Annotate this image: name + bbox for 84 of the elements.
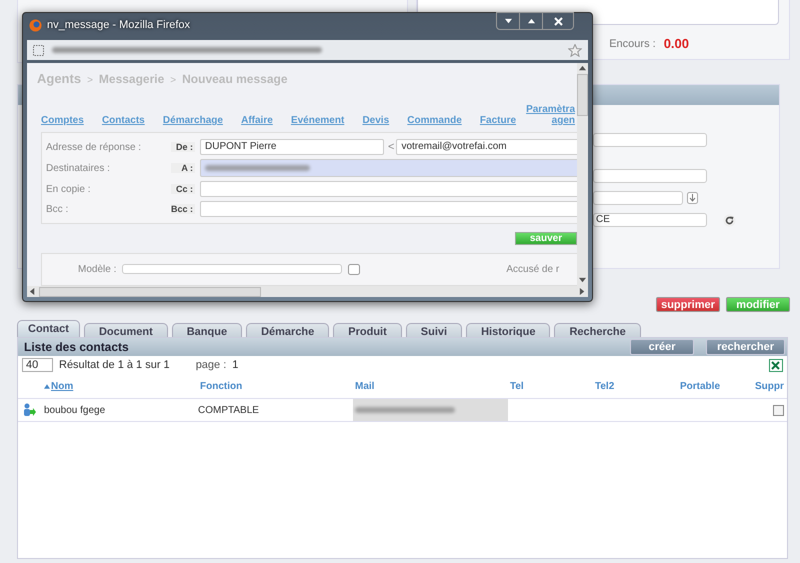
field-tag: A :	[171, 163, 195, 173]
table-cell-text: COMPTABLE	[198, 404, 260, 416]
nav-link[interactable]: Devis	[362, 115, 390, 126]
tab[interactable]: Démarche	[246, 323, 330, 337]
encours-label: Encours :	[609, 38, 656, 50]
field-label: Modèle :	[78, 264, 116, 275]
table-cell: boubou fgege	[44, 404, 106, 416]
page-number: 1	[232, 359, 238, 371]
create-button[interactable]: créer	[630, 339, 694, 355]
recipient-field[interactable]	[200, 159, 577, 177]
vertical-scrollbar[interactable]	[577, 63, 588, 286]
column-header[interactable]: Suppr	[755, 380, 784, 392]
down-arrow-icon[interactable]	[687, 192, 698, 204]
tab[interactable]: Historique	[466, 323, 550, 337]
star-icon[interactable]	[568, 44, 582, 56]
scroll-up-icon[interactable]	[579, 65, 586, 72]
field-label: En copie :	[46, 184, 92, 194]
input-field[interactable]	[593, 191, 683, 205]
field-tag: Cc :	[171, 184, 195, 194]
checkbox[interactable]	[773, 404, 784, 416]
nav-link[interactable]: Contacts	[102, 115, 145, 126]
modify-button[interactable]: modifier	[726, 297, 790, 312]
name-field[interactable]: DUPONT Pierre	[200, 139, 384, 155]
recipient-field[interactable]	[200, 201, 577, 217]
tab[interactable]: Document	[84, 323, 168, 337]
field-tag: Bcc :	[171, 204, 195, 214]
page-icon	[33, 44, 44, 56]
close-icon[interactable]	[554, 16, 562, 26]
breadcrumb-separator: >	[87, 75, 93, 86]
input-field[interactable]	[593, 133, 707, 147]
refresh-icon[interactable]	[723, 214, 736, 226]
tab[interactable]: Contact	[17, 320, 80, 337]
column-header[interactable]: Portable	[680, 380, 720, 392]
nav-link[interactable]: Comptes	[41, 115, 84, 126]
field-label: Adresse de réponse :	[46, 142, 142, 152]
maximize-icon[interactable]	[528, 18, 534, 24]
column-header[interactable]: Nom	[51, 380, 74, 392]
scroll-down-icon[interactable]	[579, 277, 586, 284]
page-size-field[interactable]: 40	[22, 358, 53, 372]
result-count: Résultat de 1 à 1 sur 1	[59, 359, 170, 371]
nav-link[interactable]: Affaire	[241, 115, 273, 126]
delete-button[interactable]: supprimer	[656, 297, 720, 312]
tab[interactable]: Recherche	[554, 323, 641, 337]
column-header[interactable]: Tel2	[595, 380, 614, 392]
nav-link[interactable]: Commande	[407, 115, 462, 126]
tab[interactable]: Banque	[172, 323, 242, 337]
address-bar[interactable]	[27, 40, 588, 60]
minimize-icon[interactable]	[504, 18, 512, 24]
separator-text: <	[388, 141, 394, 153]
edit-icon[interactable]	[348, 264, 360, 275]
scroll-right-icon[interactable]	[579, 288, 586, 295]
column-header[interactable]: Mail	[355, 380, 374, 392]
field-label: Destinataires :	[46, 162, 111, 174]
nav-link[interactable]: Evénement	[290, 115, 344, 126]
field-label: Accusé de r	[506, 264, 560, 275]
input-field[interactable]: CE	[593, 213, 707, 227]
nav-link[interactable]: Démarchage	[162, 115, 223, 126]
contact-icon[interactable]	[22, 403, 36, 417]
browser-logo-icon	[29, 18, 42, 32]
column-header[interactable]: Fonction	[200, 380, 242, 392]
scroll-thumb[interactable]	[577, 74, 588, 116]
tab[interactable]: Produit	[333, 323, 402, 337]
encours-value: 0.00	[664, 36, 689, 51]
spreadsheet-icon[interactable]	[769, 358, 783, 372]
field-label: Bcc :	[46, 204, 70, 214]
page-label: page :	[196, 359, 226, 371]
email-field[interactable]: votremail@votrefai.com	[396, 139, 577, 155]
nav-link[interactable]: Paramètra agen	[526, 104, 575, 126]
horizontal-scrollbar[interactable]	[27, 286, 588, 297]
input-field[interactable]	[593, 169, 707, 183]
panel-title: Liste des contacts	[24, 340, 130, 354]
scroll-left-icon[interactable]	[29, 288, 36, 295]
field-tag: De :	[171, 142, 195, 152]
save-button[interactable]: sauver	[515, 232, 577, 245]
sort-arrow-icon	[44, 384, 50, 388]
recipient-field[interactable]	[200, 181, 577, 197]
column-header[interactable]: Tel	[510, 380, 524, 392]
template-select[interactable]	[122, 264, 342, 274]
tab[interactable]: Suivi	[406, 323, 462, 337]
scroll-thumb[interactable]	[39, 286, 261, 296]
breadcrumb-separator: >	[170, 75, 176, 86]
window-title: nv_message - Mozilla Firefox	[47, 19, 192, 31]
nav-link[interactable]: Facture	[480, 115, 516, 126]
search-button[interactable]: rechercher	[706, 339, 785, 355]
